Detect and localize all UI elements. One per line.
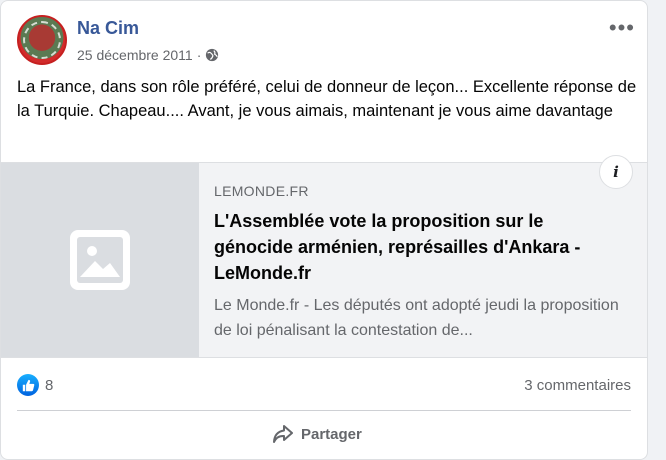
globe-icon bbox=[205, 48, 219, 62]
share-icon bbox=[273, 425, 293, 443]
reaction-bar: 8 3 commentaires bbox=[17, 373, 631, 397]
post-header: Na Cim 25 décembre 2011 · ••• bbox=[17, 15, 637, 67]
post-text: La France, dans son rôle préféré, celui … bbox=[17, 78, 637, 120]
share-button[interactable]: Partager bbox=[273, 425, 362, 443]
link-thumbnail bbox=[1, 163, 199, 357]
comments-count[interactable]: 3 commentaires bbox=[524, 377, 631, 394]
post-meta: 25 décembre 2011 · bbox=[77, 47, 219, 63]
info-icon[interactable]: i bbox=[599, 155, 633, 189]
author-name[interactable]: Na Cim bbox=[77, 18, 139, 39]
share-label: Partager bbox=[301, 425, 362, 443]
more-options-icon[interactable]: ••• bbox=[609, 15, 635, 41]
like-thumb-icon bbox=[17, 374, 39, 396]
link-title[interactable]: L'Assemblée vote la proposition sur le g… bbox=[214, 208, 619, 286]
link-description: Le Monde.fr - Les députés ont adopté jeu… bbox=[214, 297, 619, 339]
meta-separator: · bbox=[196, 47, 202, 63]
avatar[interactable] bbox=[17, 15, 67, 65]
link-body: LEMONDE.FR L'Assemblée vote la propositi… bbox=[214, 183, 619, 343]
divider bbox=[17, 410, 631, 411]
post-date[interactable]: 25 décembre 2011 bbox=[77, 47, 193, 63]
post-card: Na Cim 25 décembre 2011 · ••• La France,… bbox=[0, 0, 648, 460]
like-count: 8 bbox=[45, 376, 54, 394]
link-domain: LEMONDE.FR bbox=[214, 183, 309, 199]
image-placeholder-icon bbox=[70, 230, 130, 290]
like-summary[interactable]: 8 bbox=[17, 374, 53, 396]
link-preview[interactable]: LEMONDE.FR L'Assemblée vote la propositi… bbox=[1, 155, 647, 358]
